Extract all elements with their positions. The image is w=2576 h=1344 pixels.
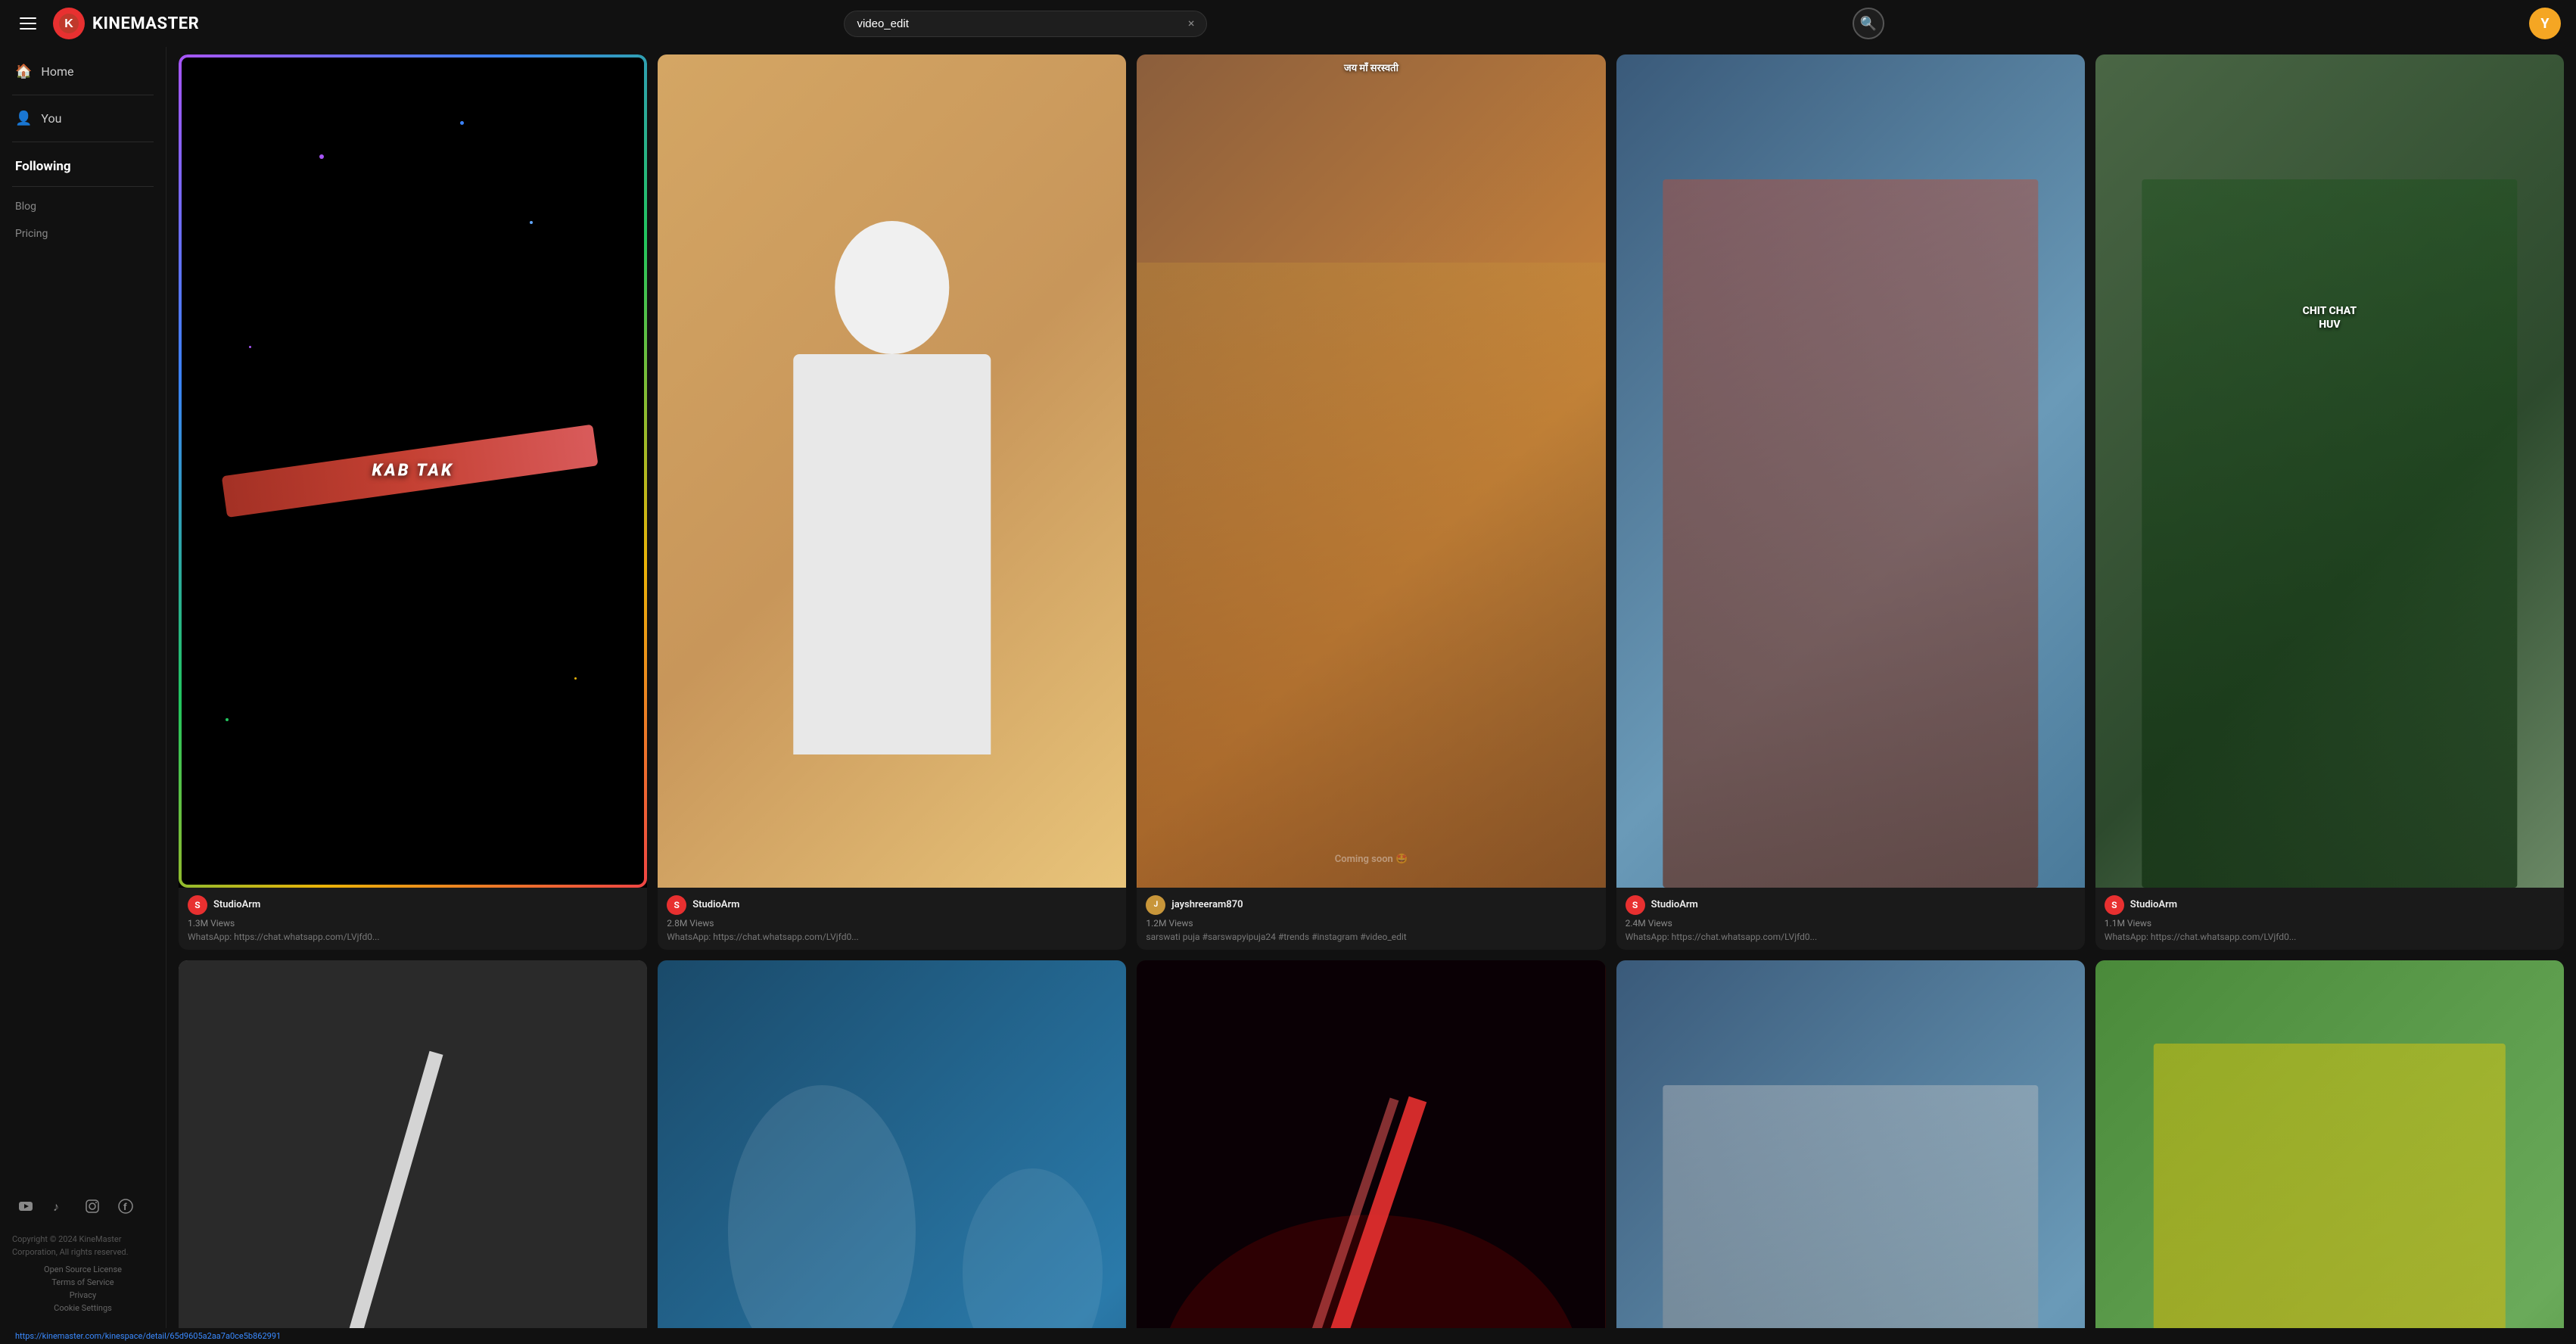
search-clear-icon[interactable]: × [1188, 17, 1195, 30]
card-10-thumb [2095, 960, 2564, 1328]
card-5-desc: WhatsApp: https://chat.whatsapp.com/LVjf… [2105, 932, 2555, 942]
card-9-thumb [1616, 960, 2085, 1328]
card-2-avatar: S [667, 895, 686, 915]
sidebar-item-pricing[interactable]: Pricing [0, 220, 166, 247]
card-6-thumb [179, 960, 647, 1328]
video-card-10[interactable]: S StudioArm [2095, 960, 2564, 1328]
card-2-info: S StudioArm 2.8M Views WhatsApp: https:/… [658, 888, 1126, 950]
card-4-author-name: StudioArm [1651, 899, 1698, 910]
card-1-author-name: StudioArm [213, 899, 260, 910]
svg-text:♪: ♪ [53, 1199, 59, 1214]
youtube-icon[interactable] [15, 1196, 36, 1217]
card-2-views: 2.8M Views [667, 918, 1117, 929]
layout: 🏠 Home 👤 You Following Blog Pricing ♪ [0, 47, 2576, 1328]
card-1-info: S StudioArm 1.3M Views WhatsApp: https:/… [179, 888, 647, 950]
video-card-2[interactable]: S StudioArm 2.8M Views WhatsApp: https:/… [658, 54, 1126, 950]
video-card-4[interactable]: S StudioArm 2.4M Views WhatsApp: https:/… [1616, 54, 2085, 950]
video-grid: KAB TAK S StudioArm 1.3M Views WhatsApp:… [179, 54, 2564, 1328]
sidebar-you-label: You [41, 111, 61, 126]
card-1-desc: WhatsApp: https://chat.whatsapp.com/LVjf… [188, 932, 638, 942]
card-2-desc: WhatsApp: https://chat.whatsapp.com/LVjf… [667, 932, 1117, 942]
sidebar: 🏠 Home 👤 You Following Blog Pricing ♪ [0, 47, 166, 1328]
card-5-thumb: CHIT CHATHUV [2095, 54, 2564, 888]
card-5-author-name: StudioArm [2130, 899, 2177, 910]
search-bar: × [844, 11, 1207, 37]
card-1-thumb: KAB TAK [179, 54, 647, 888]
logo[interactable]: K KINEMASTER [53, 8, 199, 39]
logo-icon: K [53, 8, 85, 39]
video-card-1[interactable]: KAB TAK S StudioArm 1.3M Views WhatsApp:… [179, 54, 647, 950]
copyright-text: Copyright © 2024 KineMaster Corporation,… [12, 1234, 154, 1258]
card-3-thumb: जय माँ सरस्वती Coming soon 🤩 [1137, 54, 1605, 888]
video-card-7[interactable]: SUBSCRIBE S StudioArm [658, 960, 1126, 1328]
sidebar-item-you[interactable]: 👤 You [0, 101, 166, 135]
search-button[interactable]: 🔍 [1853, 8, 1884, 39]
main-content: KAB TAK S StudioArm 1.3M Views WhatsApp:… [166, 47, 2576, 1328]
card-5-author: S StudioArm [2105, 895, 2555, 915]
sidebar-home-label: Home [41, 64, 73, 79]
sidebar-item-home[interactable]: 🏠 Home [0, 54, 166, 89]
card-3-author: J jayshreeram870 [1146, 895, 1596, 915]
card-1-avatar: S [188, 895, 207, 915]
card-3-views: 1.2M Views [1146, 918, 1596, 929]
card-4-info: S StudioArm 2.4M Views WhatsApp: https:/… [1616, 888, 2085, 950]
card-2-author-name: StudioArm [692, 899, 739, 910]
card-3-avatar: J [1146, 895, 1165, 915]
video-card-5[interactable]: CHIT CHATHUV S StudioArm 1.1M Views What… [2095, 54, 2564, 950]
card-5-avatar: S [2105, 895, 2124, 915]
card-5-info: S StudioArm 1.1M Views WhatsApp: https:/… [2095, 888, 2564, 950]
video-card-8[interactable]: K KineMaster 6.4M Views [1137, 960, 1605, 1328]
instagram-icon[interactable] [82, 1196, 103, 1217]
card-4-desc: WhatsApp: https://chat.whatsapp.com/LVjf… [1626, 932, 2076, 942]
user-avatar[interactable]: Y [2529, 8, 2561, 39]
terms-link[interactable]: Terms of Service [12, 1277, 154, 1287]
svg-text:K: K [64, 17, 73, 30]
card-1-overlay: KAB TAK [179, 462, 647, 481]
card-2-thumb [658, 54, 1126, 888]
card-1-author: S StudioArm [188, 895, 638, 915]
open-source-link[interactable]: Open Source License [12, 1265, 154, 1274]
card-3-info: J jayshreeram870 1.2M Views sarswati puj… [1137, 888, 1605, 950]
card-2-author: S StudioArm [667, 895, 1117, 915]
logo-text: KINEMASTER [92, 14, 199, 33]
facebook-icon[interactable]: f [115, 1196, 136, 1217]
home-icon: 🏠 [15, 64, 32, 79]
cookie-link[interactable]: Cookie Settings [12, 1303, 154, 1313]
privacy-link[interactable]: Privacy [12, 1290, 154, 1300]
video-card-9[interactable]: S StudioArm [1616, 960, 2085, 1328]
status-bar: https://kinemaster.com/kinespace/detail/… [0, 1328, 2576, 1344]
svg-text:f: f [123, 1202, 127, 1213]
card-7-thumb: SUBSCRIBE [658, 960, 1126, 1328]
card-3-overlay: जय माँ सरस्वती [1137, 61, 1605, 74]
card-4-thumb [1616, 54, 2085, 888]
card-1-views: 1.3M Views [188, 918, 638, 929]
header: K KINEMASTER × 🔍 Y [0, 0, 2576, 47]
hamburger-menu[interactable] [15, 13, 41, 34]
card-4-views: 2.4M Views [1626, 918, 2076, 929]
card-3-author-name: jayshreeram870 [1171, 899, 1243, 910]
social-icons: ♪ f [0, 1187, 166, 1226]
sidebar-footer: Copyright © 2024 KineMaster Corporation,… [0, 1226, 166, 1321]
card-3-desc: sarswati puja #sarswapyipuja24 #trends #… [1146, 932, 1596, 942]
card-5-overlay: CHIT CHATHUV [2303, 304, 2357, 331]
person-icon: 👤 [15, 110, 32, 126]
sidebar-nav: 🏠 Home 👤 You Following Blog Pricing [0, 54, 166, 1187]
sidebar-divider-3 [12, 186, 154, 187]
video-card-6[interactable]: S StudioArm [179, 960, 647, 1328]
search-icon: 🔍 [1860, 16, 1877, 32]
following-label: Following [0, 148, 166, 180]
card-4-author: S StudioArm [1626, 895, 2076, 915]
tiktok-icon[interactable]: ♪ [48, 1196, 70, 1217]
search-input[interactable] [857, 17, 1180, 30]
card-5-views: 1.1M Views [2105, 918, 2555, 929]
footer-links: Open Source License Terms of Service Pri… [12, 1265, 154, 1313]
sidebar-item-blog[interactable]: Blog [0, 193, 166, 220]
video-card-3[interactable]: जय माँ सरस्वती Coming soon 🤩 J jayshreer… [1137, 54, 1605, 950]
card-8-thumb [1137, 960, 1605, 1328]
card-4-avatar: S [1626, 895, 1645, 915]
